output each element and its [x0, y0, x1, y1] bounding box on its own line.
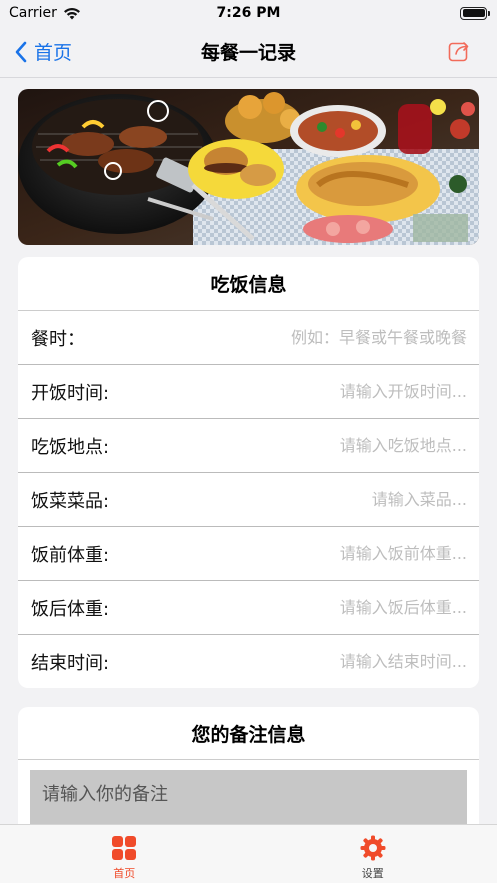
tab-bar: 首页 设置: [0, 824, 497, 883]
status-left: Carrier: [9, 5, 81, 21]
weight-after-label: 饭后体重:: [31, 598, 110, 620]
weight-before-row: 饭前体重:: [18, 527, 479, 581]
wifi-icon: [63, 7, 80, 19]
dishes-row: 饭菜菜品:: [18, 473, 479, 527]
meal-type-row: 餐时：: [18, 311, 479, 365]
end-time-input[interactable]: [119, 652, 467, 671]
end-time-row: 结束时间:: [18, 635, 479, 688]
tab-settings[interactable]: 设置: [249, 825, 497, 883]
grid-icon: [112, 836, 137, 860]
end-time-label: 结束时间:: [31, 652, 110, 674]
back-button[interactable]: 首页: [14, 38, 72, 65]
chevron-left-icon: [15, 41, 27, 62]
hero-food-image: [18, 89, 479, 245]
nav-bar: 首页 每餐一记录: [0, 26, 497, 78]
meal-type-label: 餐时：: [31, 328, 85, 350]
status-bar: Carrier 7:26 PM: [0, 0, 497, 26]
weight-after-row: 饭后体重:: [18, 581, 479, 635]
weight-before-label: 饭前体重:: [31, 544, 110, 566]
start-time-input[interactable]: [119, 382, 467, 401]
notes-textarea[interactable]: [30, 770, 467, 830]
location-input[interactable]: [119, 436, 467, 455]
dishes-label: 饭菜菜品:: [31, 490, 110, 512]
location-label: 吃饭地点:: [31, 436, 110, 458]
share-icon[interactable]: [447, 39, 471, 63]
tab-home[interactable]: 首页: [0, 825, 249, 883]
gear-icon: [360, 835, 386, 861]
tab-home-label: 首页: [113, 867, 136, 880]
location-row: 吃饭地点:: [18, 419, 479, 473]
battery-icon: [460, 6, 490, 20]
start-time-row: 开饭时间:: [18, 365, 479, 419]
weight-before-input[interactable]: [119, 544, 467, 563]
meal-info-title: 吃饭信息: [18, 257, 479, 311]
page-title: 每餐一记录: [200, 42, 296, 64]
dishes-input[interactable]: [119, 490, 467, 509]
meal-type-input[interactable]: [95, 328, 467, 347]
carrier-label: Carrier: [9, 5, 57, 21]
notes-title: 您的备注信息: [18, 707, 479, 760]
weight-after-input[interactable]: [119, 598, 467, 617]
tab-settings-label: 设置: [361, 867, 384, 880]
back-label: 首页: [34, 42, 73, 64]
meal-info-card: 吃饭信息 餐时： 开饭时间: 吃饭地点: 饭菜菜品: 饭前体重: 饭后体重: 结…: [18, 257, 479, 688]
start-time-label: 开饭时间:: [31, 382, 110, 404]
